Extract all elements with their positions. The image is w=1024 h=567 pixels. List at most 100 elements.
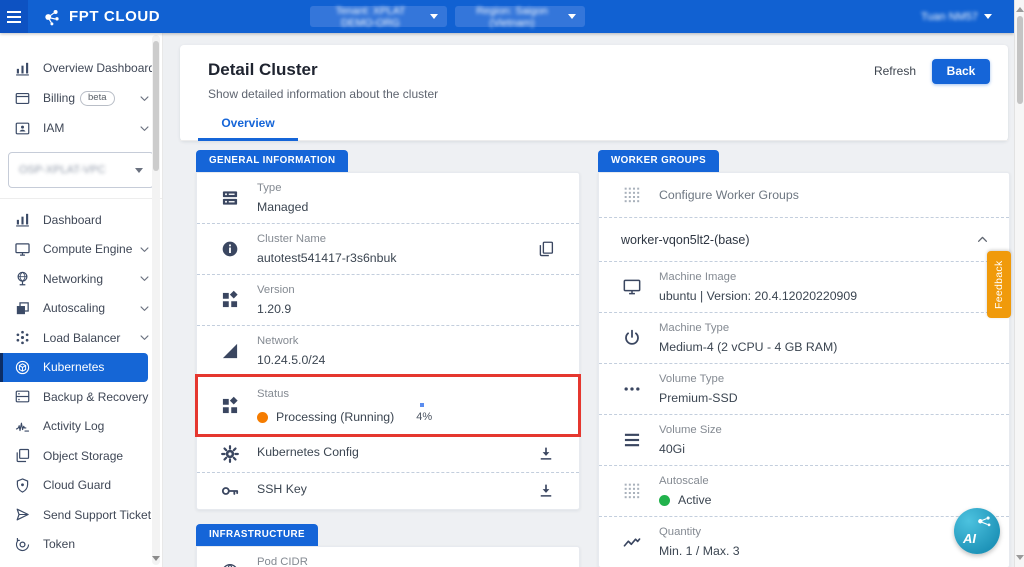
sidebar-item-activity-log[interactable]: Activity Log [0, 412, 162, 442]
chevron-down-icon [137, 91, 152, 106]
download-icon[interactable] [537, 482, 555, 500]
sidebar-item-send-support-ticket[interactable]: Send Support Ticket [0, 500, 162, 530]
trend-icon [622, 532, 642, 552]
back-button[interactable]: Back [932, 59, 990, 84]
progress-percent: 4% [416, 411, 432, 423]
vpc-selected-value: OSP-XPLAT-VPC [19, 164, 106, 176]
configure-worker-groups-button[interactable]: Configure Worker Groups [599, 173, 1009, 218]
chevron-down-icon [137, 301, 152, 316]
sidebar-item-billing[interactable]: Billing beta [0, 83, 162, 113]
sidebar-item-kubernetes[interactable]: Kubernetes [0, 353, 148, 383]
sidebar-item-token[interactable]: Token [0, 530, 162, 560]
ai-label: AI [963, 531, 976, 546]
user-name: Tuan NM57 [921, 11, 978, 23]
iam-icon [14, 120, 31, 137]
row-value: Managed [257, 199, 308, 215]
sidebar-scrollbar-thumb[interactable] [153, 41, 159, 171]
region-label: Region: Saigon (Vietnam) [464, 5, 560, 29]
sidebar-item-dashboard[interactable]: Dashboard [0, 205, 162, 235]
row-value: autotest541417-r3s6nbuk [257, 250, 396, 266]
vpc-selector[interactable]: OSP-XPLAT-VPC [8, 152, 154, 188]
page-scrollbar[interactable] [1014, 0, 1024, 567]
chevron-down-icon [137, 271, 152, 286]
row-quantity: Quantity Min. 1 / Max. 3 [599, 516, 1009, 567]
sidebar-item-autoscaling[interactable]: Autoscaling [0, 294, 162, 324]
page-scrollbar-thumb[interactable] [1017, 16, 1023, 104]
gear-icon [220, 444, 240, 464]
sidebar-item-backup-recovery[interactable]: Backup & Recovery [0, 382, 162, 412]
region-selector[interactable]: Region: Saigon (Vietnam) [455, 6, 585, 27]
scroll-up-icon[interactable] [1016, 4, 1024, 12]
brand-text: FPT CLOUD [69, 8, 160, 25]
widgets-icon [220, 290, 240, 310]
row-label: Type [257, 181, 579, 196]
sidebar-item-overview-dashboard[interactable]: Overview Dashboard [0, 53, 162, 83]
chevron-up-icon[interactable] [974, 231, 991, 248]
download-icon[interactable] [537, 445, 555, 463]
list-icon [622, 430, 642, 450]
row-autoscale: Autoscale Active [599, 465, 1009, 516]
page-actions: Refresh Back [870, 58, 990, 84]
monitor-icon [622, 277, 642, 297]
caret-down-icon [430, 14, 438, 19]
row-value: Active [678, 492, 712, 508]
sidebar-item-iam[interactable]: IAM [0, 113, 162, 143]
scroll-down-icon[interactable] [1016, 555, 1024, 563]
tab-overview[interactable]: Overview [198, 108, 298, 141]
status-dot [659, 495, 670, 506]
infrastructure-panel: INFRASTRUCTURE Pod CIDR 10.244.0.0/16 Se… [196, 524, 580, 567]
globe-icon [220, 562, 240, 567]
copy-icon[interactable] [537, 240, 555, 258]
row-machine-type: Machine Type Medium-4 (2 vCPU - 4 GB RAM… [599, 312, 1009, 363]
row-label: Cluster Name [257, 232, 527, 247]
row-value: ubuntu | Version: 20.4.12020220909 [659, 288, 857, 304]
left-column: GENERAL INFORMATION Type Managed Cluster… [196, 150, 580, 567]
row-label: Autoscale [659, 474, 1009, 489]
hamburger-menu-icon[interactable] [0, 0, 28, 33]
row-label: Volume Size [659, 423, 1009, 438]
panel-header-worker-groups: WORKER GROUPS [598, 150, 719, 172]
page-subtitle: Show detailed information about the clus… [208, 87, 1008, 101]
panel-header-general-information: GENERAL INFORMATION [196, 150, 348, 172]
sidebar-scrollbar[interactable] [152, 35, 160, 565]
ai-molecule-icon [973, 513, 995, 535]
sidebar-item-object-storage[interactable]: Object Storage [0, 441, 162, 471]
token-icon [14, 536, 31, 553]
row-label: Machine Type [659, 321, 1009, 336]
ai-assistant-button[interactable]: AI [954, 508, 1000, 554]
tenant-selector[interactable]: Tenant: XPLAT DEMO-ORG [310, 6, 447, 27]
sidebar-item-cloud-guard[interactable]: Cloud Guard [0, 471, 162, 501]
row-label: Status [257, 387, 579, 402]
row-value: Premium-SSD [659, 390, 738, 406]
chart-bar-icon [14, 60, 31, 77]
panel-header-infrastructure: INFRASTRUCTURE [196, 524, 318, 546]
sidebar: Overview Dashboard Billing beta IAM OSP-… [0, 33, 163, 567]
page-header-card: Detail Cluster Show detailed information… [180, 45, 1008, 141]
backup-icon [14, 388, 31, 405]
worker-group-header[interactable]: worker-vqon5lt2-(base) [599, 218, 1009, 262]
row-label: Kubernetes Config [257, 445, 527, 460]
refresh-button[interactable]: Refresh [870, 58, 920, 84]
feedback-button[interactable]: Feedback [987, 251, 1011, 318]
scroll-down-icon[interactable] [152, 556, 160, 561]
chart-bar-icon [14, 211, 31, 228]
sidebar-item-networking[interactable]: Networking [0, 264, 162, 294]
general-information-panel: GENERAL INFORMATION Type Managed Cluster… [196, 150, 580, 510]
tenant-label: Tenant: XPLAT DEMO-ORG [319, 5, 422, 29]
sidebar-item-load-balancer[interactable]: Load Balancer [0, 323, 162, 353]
row-type: Type Managed [197, 173, 579, 223]
sidebar-item-compute-engine[interactable]: Compute Engine [0, 235, 162, 265]
chevron-down-icon [137, 330, 152, 345]
dots-icon [622, 379, 642, 399]
row-volume-type: Volume Type Premium-SSD [599, 363, 1009, 414]
cloud-guard-icon [14, 477, 31, 494]
user-menu[interactable]: Tuan NM57 [921, 0, 992, 33]
row-label: Pod CIDR [257, 555, 579, 567]
billing-icon [14, 90, 31, 107]
row-pod-cidr: Pod CIDR 10.244.0.0/16 [197, 547, 579, 567]
worker-groups-panel: WORKER GROUPS Configure Worker Groups wo… [598, 150, 1010, 567]
signal-icon [220, 341, 240, 361]
send-ticket-icon [14, 506, 31, 523]
row-volume-size: Volume Size 40Gi [599, 414, 1009, 465]
right-column: WORKER GROUPS Configure Worker Groups wo… [598, 150, 1010, 567]
